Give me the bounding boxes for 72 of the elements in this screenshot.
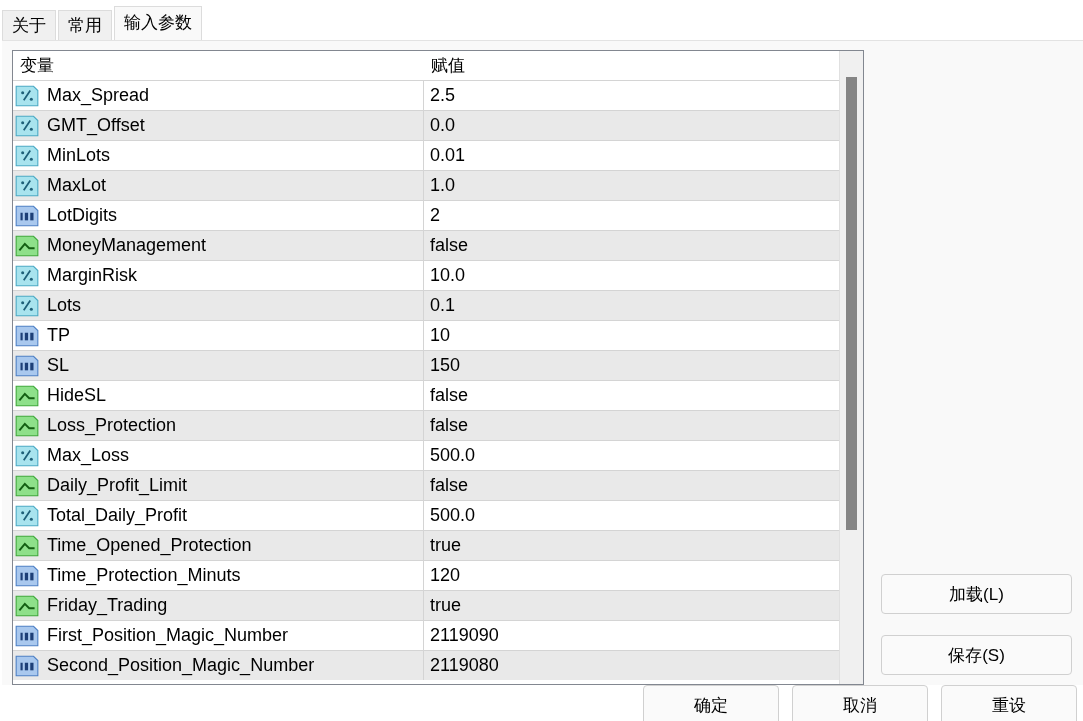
- parameter-name: MinLots: [47, 145, 111, 166]
- tab[interactable]: 输入参数: [114, 6, 202, 40]
- parameter-value[interactable]: true: [424, 531, 839, 560]
- dialog-button[interactable]: 确定: [643, 685, 779, 721]
- switch-icon: [14, 233, 40, 258]
- parameter-name: Second_Position_Magic_Number: [47, 655, 315, 676]
- tab[interactable]: 常用: [58, 10, 112, 40]
- bars-icon: [14, 353, 40, 378]
- parameter-value[interactable]: 0.0: [424, 111, 839, 140]
- fraction-icon: [14, 443, 40, 468]
- switch-icon: [14, 383, 40, 408]
- parameter-name: Time_Opened_Protection: [47, 535, 252, 556]
- parameter-name: First_Position_Magic_Number: [47, 625, 289, 646]
- parameter-name: MaxLot: [47, 175, 107, 196]
- parameter-name: Max_Spread: [47, 85, 150, 106]
- parameter-value[interactable]: 0.1: [424, 291, 839, 320]
- fraction-icon: [14, 83, 40, 108]
- parameter-value[interactable]: 2119090: [424, 621, 839, 650]
- parameter-value[interactable]: 0.01: [424, 141, 839, 170]
- parameter-value[interactable]: false: [424, 381, 839, 410]
- dialog-button[interactable]: 取消: [792, 685, 928, 721]
- bars-icon: [14, 653, 40, 678]
- column-header[interactable]: 变量: [13, 51, 424, 80]
- parameter-value[interactable]: 2119080: [424, 651, 839, 680]
- switch-icon: [14, 593, 40, 618]
- fraction-icon: [14, 143, 40, 168]
- fraction-icon: [14, 263, 40, 288]
- parameter-name: Friday_Trading: [47, 595, 168, 616]
- parameter-value[interactable]: 500.0: [424, 441, 839, 470]
- scrollbar[interactable]: [839, 51, 863, 684]
- bars-icon: [14, 203, 40, 228]
- parameter-name: GMT_Offset: [47, 115, 145, 136]
- switch-icon: [14, 473, 40, 498]
- parameter-name: Max_Loss: [47, 445, 130, 466]
- column-header[interactable]: 赋值: [424, 51, 465, 80]
- fraction-icon: [14, 503, 40, 528]
- parameter-name: Loss_Protection: [47, 415, 177, 436]
- parameter-name: Total_Daily_Profit: [47, 505, 188, 526]
- fraction-icon: [14, 293, 40, 318]
- parameter-name: Time_Protection_Minuts: [47, 565, 241, 586]
- parameter-name: LotDigits: [47, 205, 118, 226]
- fraction-icon: [14, 173, 40, 198]
- parameter-value[interactable]: false: [424, 471, 839, 500]
- fraction-icon: [14, 113, 40, 138]
- parameter-value[interactable]: 2: [424, 201, 839, 230]
- bars-icon: [14, 563, 40, 588]
- switch-icon: [14, 413, 40, 438]
- parameter-name: SL: [47, 355, 70, 376]
- bars-icon: [14, 323, 40, 348]
- bars-icon: [14, 623, 40, 648]
- dialog-button[interactable]: 加载(L): [881, 574, 1072, 614]
- switch-icon: [14, 533, 40, 558]
- parameter-name: Lots: [47, 295, 82, 316]
- parameter-name: MarginRisk: [47, 265, 138, 286]
- parameter-value[interactable]: 120: [424, 561, 839, 590]
- scrollbar-thumb[interactable]: [846, 77, 857, 530]
- parameter-value[interactable]: 500.0: [424, 501, 839, 530]
- parameter-value[interactable]: 2.5: [424, 81, 839, 110]
- parameter-value[interactable]: false: [424, 231, 839, 260]
- parameter-value[interactable]: 10.0: [424, 261, 839, 290]
- parameter-name: MoneyManagement: [47, 235, 207, 256]
- parameter-value[interactable]: 10: [424, 321, 839, 350]
- parameter-name: Daily_Profit_Limit: [47, 475, 188, 496]
- parameter-name: TP: [47, 325, 70, 346]
- parameter-value[interactable]: 150: [424, 351, 839, 380]
- parameter-value[interactable]: true: [424, 591, 839, 620]
- dialog-button[interactable]: 重设: [941, 685, 1077, 721]
- parameter-value[interactable]: false: [424, 411, 839, 440]
- parameter-name: HideSL: [47, 385, 107, 406]
- dialog-button[interactable]: 保存(S): [881, 635, 1072, 675]
- parameter-value[interactable]: 1.0: [424, 171, 839, 200]
- tab[interactable]: 关于: [2, 10, 56, 40]
